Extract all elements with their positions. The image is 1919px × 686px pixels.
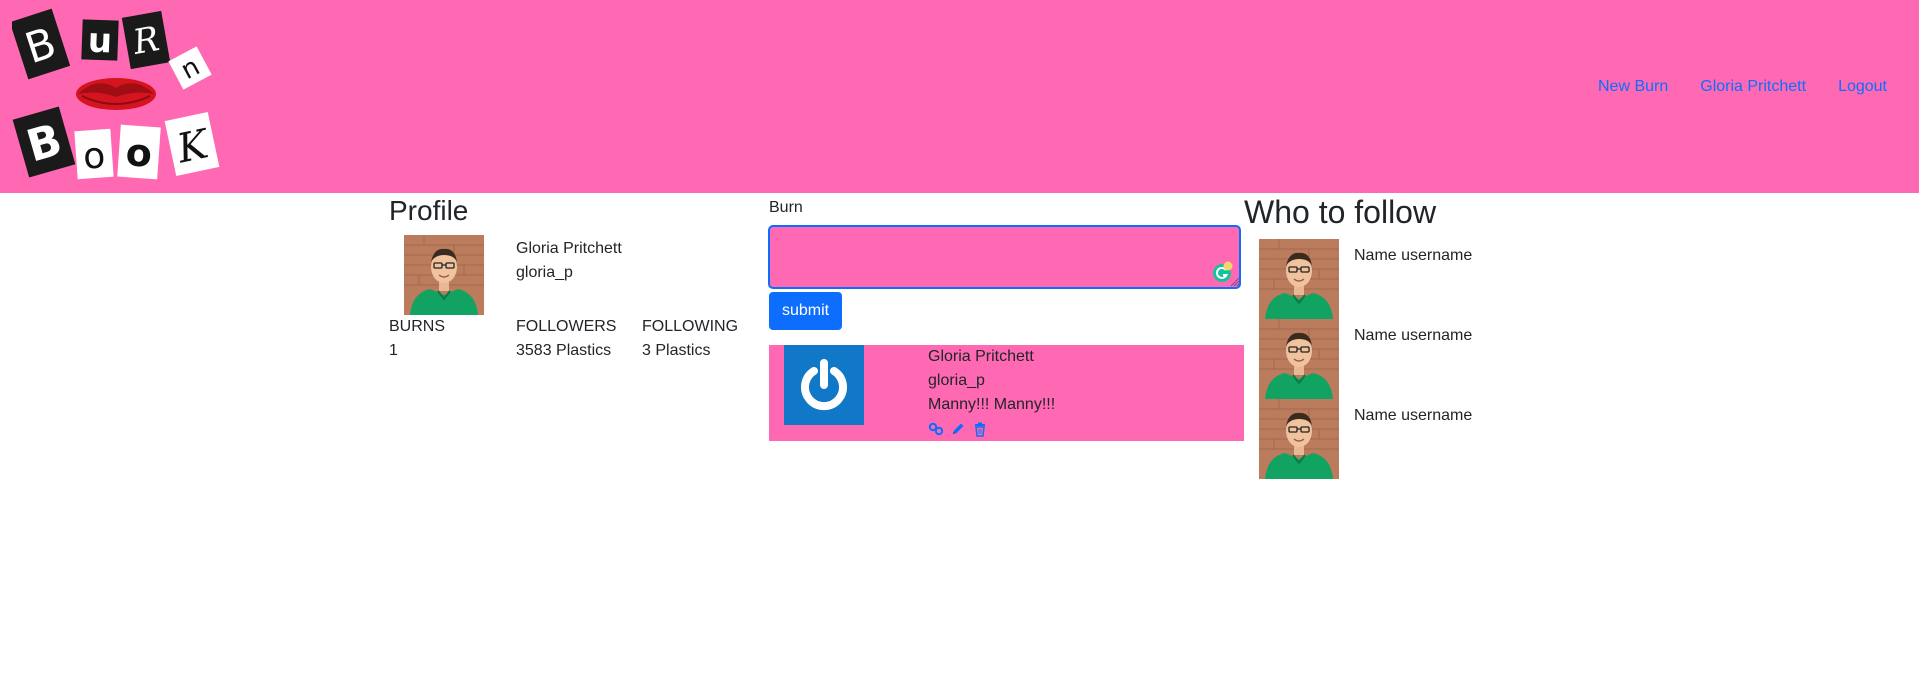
- svg-text:o: o: [124, 130, 153, 176]
- burn-book-logo-image: B u R n B o o K: [9, 8, 220, 180]
- follow-avatar: [1259, 239, 1339, 319]
- follow-suggestion[interactable]: Name username: [1259, 319, 1539, 399]
- resize-handle-icon[interactable]: [1230, 277, 1240, 287]
- stat-value: 1: [389, 342, 398, 359]
- submit-button[interactable]: submit: [769, 292, 842, 330]
- profile-title: Profile: [389, 195, 469, 226]
- follow-name: Name username: [1354, 407, 1473, 424]
- post-avatar: [784, 345, 864, 425]
- follow-avatar-image: [1259, 239, 1339, 319]
- new-burn-link[interactable]: New Burn: [1598, 78, 1668, 96]
- post-author-username: gloria_p: [928, 372, 985, 389]
- stat-label: FOLLOWING: [642, 318, 739, 335]
- burn-book-logo[interactable]: B u R n B o o K: [9, 4, 222, 188]
- nav-links: New Burn Gloria Pritchett Logout: [1598, 78, 1887, 96]
- post-actions: [928, 421, 988, 437]
- follow-suggestion[interactable]: Name username: [1259, 399, 1539, 479]
- profile-username: gloria_p: [516, 264, 573, 281]
- pencil-icon[interactable]: [950, 421, 966, 437]
- follow-avatar: [1259, 319, 1339, 399]
- who-to-follow-title: Who to follow: [1244, 194, 1437, 230]
- follow-name: Name username: [1354, 247, 1473, 264]
- power-icon: [801, 359, 847, 411]
- profile-link[interactable]: Gloria Pritchett: [1700, 78, 1806, 96]
- stat-value: 3 Plastics: [642, 342, 711, 359]
- follow-name: Name username: [1354, 327, 1473, 344]
- profile-name: Gloria Pritchett: [516, 240, 622, 257]
- navbar: B u R n B o o K New Burn Gloria Pritchet…: [0, 0, 1919, 193]
- post-author-name: Gloria Pritchett: [928, 348, 1034, 365]
- stat-label: FOLLOWERS: [516, 318, 617, 335]
- logout-link[interactable]: Logout: [1838, 78, 1887, 96]
- follow-avatar-image: [1259, 319, 1339, 399]
- profile-avatar-image: [404, 235, 484, 315]
- stat-following: FOLLOWING 3 Plastics: [642, 315, 738, 363]
- stat-value: 3583 Plastics: [516, 342, 612, 359]
- post-text: Manny!!! Manny!!!: [928, 396, 1056, 413]
- trash-icon[interactable]: [972, 421, 988, 437]
- follow-suggestion[interactable]: Name username: [1259, 239, 1539, 319]
- svg-text:o: o: [82, 135, 107, 177]
- burn-post: Gloria Pritchett gloria_p Manny!!! Manny…: [769, 345, 1244, 441]
- stat-burns: BURNS 1: [389, 315, 445, 363]
- follow-avatar-image: [1259, 399, 1339, 479]
- stat-followers: FOLLOWERS 3583 Plastics: [516, 315, 616, 363]
- link-icon[interactable]: [928, 421, 944, 437]
- stat-label: BURNS: [389, 318, 446, 335]
- profile-avatar: [404, 235, 484, 315]
- svg-text:u: u: [87, 21, 113, 62]
- burn-textarea[interactable]: [769, 226, 1240, 288]
- follow-avatar: [1259, 399, 1339, 479]
- burn-label: Burn: [769, 199, 803, 216]
